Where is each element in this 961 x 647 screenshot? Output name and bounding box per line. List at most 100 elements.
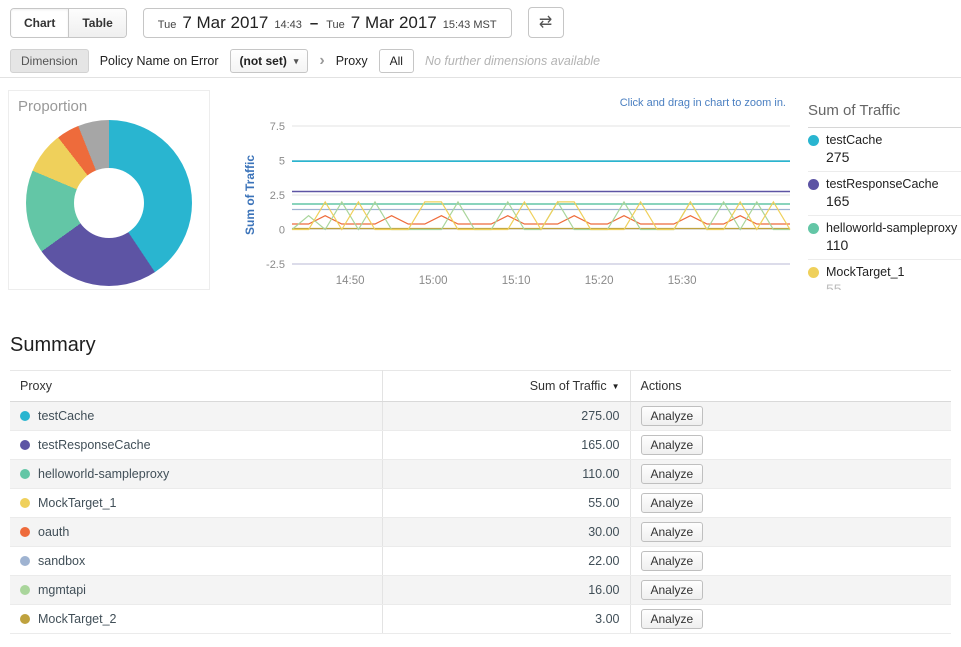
summary-table: Proxy Sum of Traffic▼ Actions testCache2…: [10, 370, 951, 634]
y-tick-label: -2.5: [266, 259, 285, 271]
table-row: testResponseCache 165.00 Analyze: [10, 431, 951, 460]
proportion-title: Proportion: [18, 98, 200, 115]
proxy-color-dot: [20, 585, 30, 595]
chevron-down-icon: ▾: [294, 56, 299, 67]
proxy-cell: sandbox: [10, 547, 382, 576]
proxy-cell: testCache: [10, 402, 382, 431]
proxy-cell: mgmtapi: [10, 576, 382, 605]
legend-item[interactable]: helloworld-sampleproxy 110: [808, 216, 961, 260]
proportion-panel: Proportion: [8, 90, 210, 290]
chart-legend: Sum of Traffic testCache 275 testResponseC…: [800, 90, 961, 290]
analyze-button[interactable]: Analyze: [641, 551, 704, 571]
traffic-value: 22.00: [382, 547, 630, 576]
dimension-value: (not set): [240, 54, 287, 68]
traffic-value: 165.00: [382, 431, 630, 460]
y-tick-label: 2.5: [270, 190, 285, 202]
legend-value: 110: [826, 237, 961, 253]
actions-cell: Analyze: [630, 518, 951, 547]
analyze-button[interactable]: Analyze: [641, 406, 704, 426]
proxy-color-dot: [20, 556, 30, 566]
analyze-button[interactable]: Analyze: [641, 464, 704, 484]
proxy-name: MockTarget_2: [38, 612, 117, 626]
proxy-name: helloworld-sampleproxy: [38, 467, 169, 481]
refresh-icon: ⇄: [539, 14, 552, 31]
proportion-donut[interactable]: [26, 120, 192, 286]
x-tick-label: 14:50: [336, 275, 365, 287]
donut-hole: [74, 168, 144, 238]
legend-label: MockTarget_1: [826, 265, 905, 279]
chart-view-button[interactable]: Chart: [11, 9, 68, 37]
analyze-button[interactable]: Analyze: [641, 580, 704, 600]
actions-cell: Analyze: [630, 547, 951, 576]
top-toolbar: Chart Table Tue 7 Mar 2017 14:43 – Tue 7…: [0, 0, 961, 45]
analyze-button[interactable]: Analyze: [641, 435, 704, 455]
proxy-color-dot: [20, 527, 30, 537]
proxy-cell: helloworld-sampleproxy: [10, 460, 382, 489]
table-view-button[interactable]: Table: [68, 9, 125, 37]
proxy-color-dot: [20, 411, 30, 421]
column-header-traffic-label: Sum of Traffic: [530, 379, 607, 393]
view-toggle: Chart Table: [10, 8, 127, 38]
legend-swatch: [808, 267, 819, 278]
legend-item[interactable]: testResponseCache 165: [808, 172, 961, 216]
zoom-hint: Click and drag in chart to zoom in.: [620, 97, 786, 109]
analyze-button[interactable]: Analyze: [641, 493, 704, 513]
refresh-button[interactable]: ⇄: [528, 7, 564, 38]
table-row: sandbox 22.00 Analyze: [10, 547, 951, 576]
end-day: Tue: [326, 19, 345, 31]
proxy-cell: MockTarget_1: [10, 489, 382, 518]
proxy-filter-all-button[interactable]: All: [379, 49, 414, 73]
proxy-name: mgmtapi: [38, 583, 86, 597]
x-tick-label: 15:30: [668, 275, 697, 287]
proxy-color-dot: [20, 614, 30, 624]
y-tick-label: 7.5: [270, 121, 285, 133]
y-tick-label: 5: [279, 156, 285, 168]
legend-item[interactable]: MockTarget_155: [808, 260, 961, 290]
proxy-cell: testResponseCache: [10, 431, 382, 460]
table-row: oauth30.00Analyze: [10, 518, 951, 547]
proxy-color-dot: [20, 469, 30, 479]
dimension-bar: Dimension Policy Name on Error (not set)…: [0, 45, 961, 78]
proxy-cell: MockTarget_2: [10, 605, 382, 634]
line-chart-svg[interactable]: 7.552.50-2.514:5015:0015:1015:2015:30Sum…: [240, 112, 800, 300]
column-header-proxy[interactable]: Proxy: [10, 371, 382, 402]
analyze-button[interactable]: Analyze: [641, 609, 704, 629]
legend-value: 275: [826, 149, 961, 165]
start-day: Tue: [158, 19, 177, 31]
column-header-actions: Actions: [630, 371, 951, 402]
legend-item[interactable]: testCache 275: [808, 128, 961, 172]
legend-label: helloworld-sampleproxy: [826, 221, 957, 235]
traffic-value: 16.00: [382, 576, 630, 605]
proxy-dimension-label: Proxy: [336, 54, 368, 68]
legend-value: 165: [826, 193, 961, 209]
column-header-traffic[interactable]: Sum of Traffic▼: [382, 371, 630, 402]
x-tick-label: 15:10: [502, 275, 531, 287]
actions-cell: Analyze: [630, 576, 951, 605]
traffic-value: 3.00: [382, 605, 630, 634]
proxy-name: oauth: [38, 525, 69, 539]
end-time: 15:43 MST: [443, 19, 497, 31]
legend-label: testResponseCache: [826, 177, 939, 191]
start-date: 7 Mar 2017: [182, 13, 268, 33]
y-tick-label: 0: [279, 225, 285, 237]
traffic-value: 275.00: [382, 402, 630, 431]
table-row: helloworld-sampleproxy 110.00 Analyze: [10, 460, 951, 489]
dimension-value-dropdown[interactable]: (not set) ▾: [230, 49, 309, 73]
proxy-name: sandbox: [38, 554, 85, 568]
no-dimensions-note: No further dimensions available: [425, 54, 600, 68]
legend-swatch: [808, 179, 819, 190]
proxy-name: testResponseCache: [38, 438, 151, 452]
summary-section: Summary Proxy Sum of Traffic▼ Actions te…: [0, 334, 961, 634]
table-header-row: Proxy Sum of Traffic▼ Actions: [10, 371, 951, 402]
traffic-value: 110.00: [382, 460, 630, 489]
legend-title: Sum of Traffic: [808, 102, 961, 128]
summary-title: Summary: [10, 334, 951, 357]
table-row: testCache275.00 Analyze: [10, 402, 951, 431]
legend-label: testCache: [826, 133, 882, 147]
analyze-button[interactable]: Analyze: [641, 522, 704, 542]
date-range-picker[interactable]: Tue 7 Mar 2017 14:43 – Tue 7 Mar 2017 15…: [143, 8, 512, 38]
summary-table-body: testCache275.00 Analyze testResponseCache 1…: [10, 402, 951, 634]
table-row: MockTarget_2 3.00 Analyze: [10, 605, 951, 634]
chevron-right-icon: ›: [319, 52, 324, 70]
legend-items: testCache 275 testResponseCache 165 hellowor…: [808, 128, 961, 290]
